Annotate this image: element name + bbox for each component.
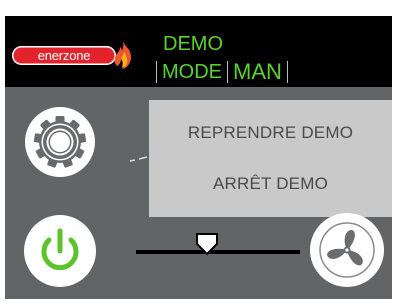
control-screen: enerzone DEMO MODE MAN REPRENDRE DEMO AR… [5, 16, 392, 299]
fan-icon [319, 222, 375, 278]
device-frame: enerzone DEMO MODE MAN REPRENDRE DEMO AR… [0, 0, 396, 305]
status-mode-row: MODE MAN [151, 60, 293, 84]
flame-icon [114, 41, 131, 69]
demo-popup-menu: REPRENDRE DEMO ARRÊT DEMO [149, 100, 392, 217]
logo-text: enerzone [37, 48, 91, 63]
separator [227, 61, 228, 83]
enerzone-logo: enerzone [12, 40, 134, 70]
power-button[interactable] [24, 215, 96, 287]
status-title: DEMO [163, 33, 223, 55]
header-bar: enerzone DEMO MODE MAN [5, 16, 392, 87]
settings-button[interactable] [25, 107, 95, 177]
stop-demo-option[interactable]: ARRÊT DEMO [149, 162, 392, 206]
pointer-mark [129, 156, 148, 162]
separator [156, 61, 157, 83]
status-mode: MODE [162, 61, 222, 83]
separator [286, 61, 288, 83]
fan-button[interactable] [310, 213, 384, 287]
gear-icon [33, 116, 87, 168]
slider-thumb-icon[interactable] [195, 232, 219, 256]
resume-demo-option[interactable]: REPRENDRE DEMO [149, 111, 392, 155]
power-icon [41, 228, 79, 271]
status-manual: MAN [233, 59, 282, 84]
